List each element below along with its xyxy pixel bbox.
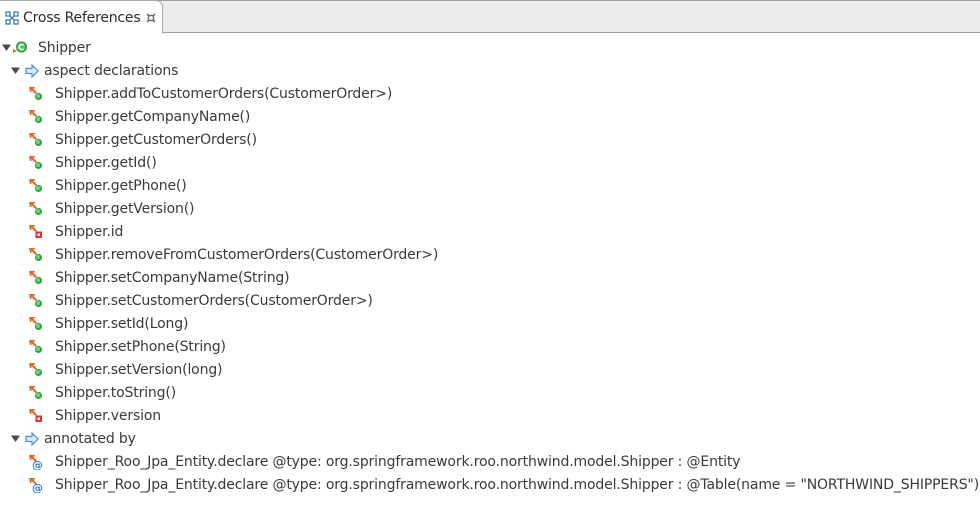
tree-item-label: Shipper_Roo_Jpa_Entity.declare @type: or… — [55, 476, 980, 493]
tree-item[interactable]: Shipper.toString() — [28, 381, 176, 404]
cross-references-icon — [5, 10, 19, 25]
itd-method-icon — [29, 86, 43, 100]
tree-node-aspect-declarations[interactable]: aspect declarations — [11, 59, 178, 82]
tree-item[interactable]: Shipper.removeFromCustomerOrders(Custome… — [28, 243, 438, 266]
tree-item-label: Shipper.setId(Long) — [55, 315, 189, 332]
itd-field-icon — [29, 408, 42, 422]
expand-triangle-icon[interactable] — [11, 434, 20, 443]
tree-item[interactable]: @ Shipper_Roo_Jpa_Entity.declare @type: o… — [28, 450, 741, 473]
itd-method-icon — [29, 132, 43, 146]
tree-item-label: Shipper.version — [55, 407, 161, 424]
itd-field-icon — [29, 224, 42, 238]
itd-method-icon — [29, 293, 43, 307]
itd-method-icon — [29, 270, 43, 284]
tree-item-label: Shipper.removeFromCustomerOrders(Custome… — [55, 246, 439, 263]
itd-method-icon — [29, 362, 43, 376]
tree-item[interactable]: @ Shipper_Roo_Jpa_Entity.declare @type: o… — [28, 473, 979, 496]
tree-item-label: Shipper.addToCustomerOrders(CustomerOrde… — [55, 85, 393, 102]
tree-item-label: Shipper.id — [55, 223, 124, 240]
itd-method-icon — [29, 201, 43, 215]
tree-item-label: Shipper.getCompanyName() — [55, 108, 251, 125]
svg-text:@: @ — [32, 481, 43, 493]
tree-item-label: Shipper.getVersion() — [55, 200, 195, 217]
tree-item[interactable]: Shipper.addToCustomerOrders(CustomerOrde… — [28, 82, 392, 105]
tree-item-label: Shipper.setPhone(String) — [55, 338, 226, 355]
relation-arrow-icon — [25, 431, 39, 446]
tab-label: Cross References — [23, 9, 141, 26]
tree-item[interactable]: Shipper.setId(Long) — [28, 312, 188, 335]
tree-item[interactable]: Shipper.getId() — [28, 151, 157, 174]
tree-item-label: Shipper.setVersion(long) — [55, 361, 223, 378]
tree-node-label: Shipper — [38, 39, 91, 56]
expand-triangle-icon[interactable] — [2, 43, 11, 52]
tree-item[interactable]: Shipper.id — [28, 220, 123, 243]
tree-item[interactable]: Shipper.getPhone() — [28, 174, 187, 197]
tree-node-annotated-by[interactable]: annotated by — [11, 427, 136, 450]
view-tab-bar: Cross References — [0, 0, 980, 34]
tree-item-label: Shipper.getPhone() — [55, 177, 187, 194]
itd-method-icon — [29, 247, 43, 261]
itd-method-icon — [29, 385, 43, 399]
aspect-class-icon — [13, 40, 28, 53]
svg-text:@: @ — [32, 458, 43, 470]
close-icon[interactable] — [146, 13, 156, 23]
tree-node-label: aspect declarations — [44, 62, 179, 79]
tree-item-label: Shipper.toString() — [55, 384, 177, 401]
itd-method-icon — [29, 109, 43, 123]
tree-item[interactable]: Shipper.setPhone(String) — [28, 335, 226, 358]
tree-item-label: Shipper_Roo_Jpa_Entity.declare @type: or… — [55, 453, 741, 470]
tree-item[interactable]: Shipper.getVersion() — [28, 197, 195, 220]
itd-method-icon — [29, 178, 43, 192]
itd-method-icon — [29, 155, 43, 169]
itd-method-icon — [29, 339, 43, 353]
tree-item[interactable]: Shipper.getCompanyName() — [28, 105, 250, 128]
tree-item-label: Shipper.setCompanyName(String) — [55, 269, 290, 286]
relation-arrow-icon — [25, 63, 39, 78]
tree-item[interactable]: Shipper.getCustomerOrders() — [28, 128, 257, 151]
tree-node-root[interactable]: Shipper — [2, 36, 91, 59]
tree-item-label: Shipper.getCustomerOrders() — [55, 131, 257, 148]
declare-annotation-icon: @ — [29, 454, 43, 470]
tree-item[interactable]: Shipper.setCompanyName(String) — [28, 266, 290, 289]
tree-node-label: annotated by — [44, 430, 136, 447]
tree-item[interactable]: Shipper.setVersion(long) — [28, 358, 223, 381]
expand-triangle-icon[interactable] — [11, 66, 20, 75]
declare-annotation-icon: @ — [29, 477, 43, 493]
tree-item[interactable]: Shipper.setCustomerOrders(CustomerOrder>… — [28, 289, 373, 312]
tree-item-label: Shipper.setCustomerOrders(CustomerOrder>… — [55, 292, 373, 309]
tab-cross-references[interactable]: Cross References — [0, 0, 163, 34]
tree-item[interactable]: Shipper.version — [28, 404, 161, 427]
itd-method-icon — [29, 316, 43, 330]
tree-item-label: Shipper.getId() — [55, 154, 157, 171]
